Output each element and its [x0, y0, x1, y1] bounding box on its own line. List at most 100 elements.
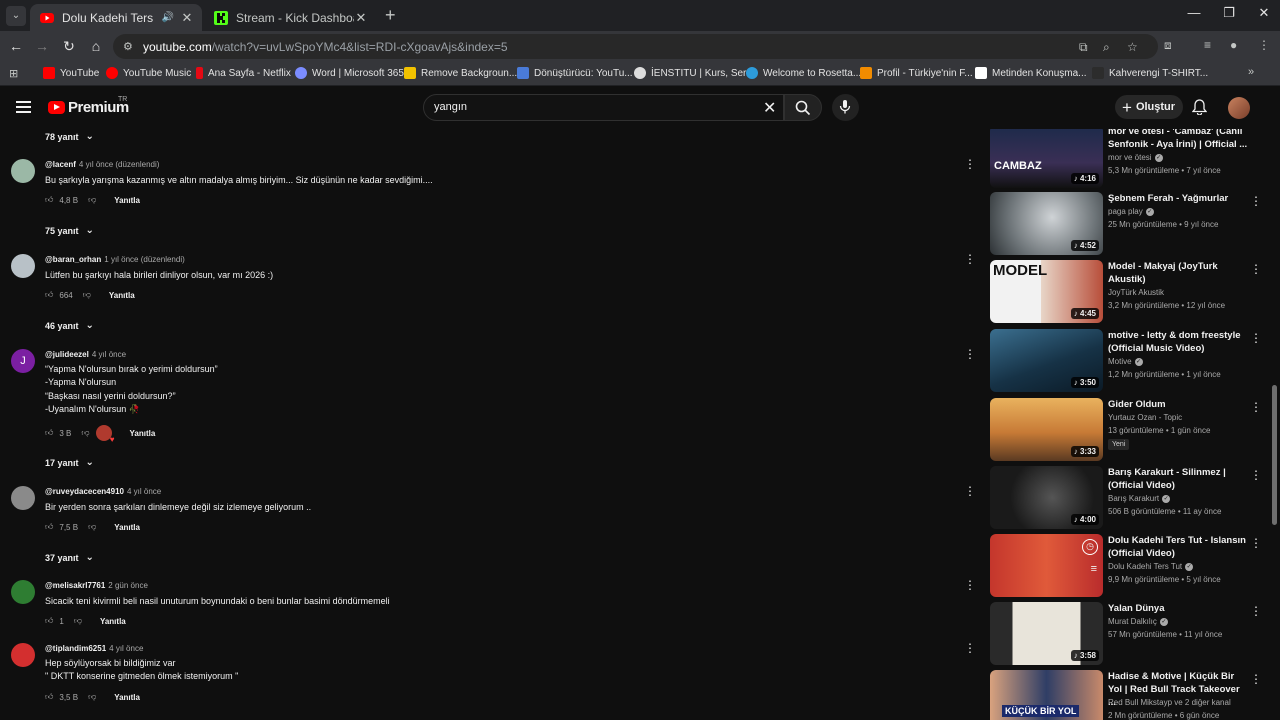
create-button[interactable]: + Oluştur [1115, 95, 1183, 119]
related-video[interactable]: ♪ 4:00 Barış Karakurt - Silinmez | (Offi… [988, 466, 1268, 532]
video-thumbnail[interactable]: ♪ 4:00 [990, 466, 1103, 529]
zoom-icon[interactable]: ⌕ [1103, 40, 1110, 55]
related-video[interactable]: CAMBAZ ♪ 4:16 mor ve ötesi - 'Cambaz' (C… [988, 129, 1268, 191]
avatar[interactable]: J [11, 349, 35, 373]
minimize-icon[interactable]: — [1184, 5, 1204, 20]
address-bar[interactable]: ⚙ youtube.com/watch?v=uvLwSpoYMc4&list=R… [113, 34, 1158, 59]
video-menu-icon[interactable]: ⋮ [1250, 536, 1262, 550]
add-to-queue-icon[interactable]: ≡ [1091, 563, 1097, 575]
reply-button[interactable]: Yanıtla [109, 291, 135, 300]
tab-search-button[interactable]: ⌄ [6, 6, 26, 26]
new-tab-icon[interactable]: + [385, 5, 396, 26]
clear-search-icon[interactable]: ✕ [763, 98, 776, 118]
dislike-icon[interactable]: 👎︎ [88, 692, 96, 702]
reply-button[interactable]: Yanıtla [100, 617, 126, 626]
comment-menu-icon[interactable]: ⋮ [964, 252, 976, 266]
bookmark-star-icon[interactable]: ☆ [1127, 40, 1138, 54]
bookmark-remove-bg[interactable]: Remove Backgroun... [404, 67, 517, 79]
speaker-icon[interactable]: 🔊 [162, 12, 174, 23]
related-video[interactable]: ♪ 3:33 Gider Oldum Yurtauz Ozan - Topic … [988, 398, 1268, 464]
dislike-icon[interactable]: 👎︎ [74, 616, 82, 626]
video-menu-icon[interactable]: ⋮ [1250, 468, 1262, 482]
video-thumbnail[interactable]: KÜÇÜK BİR YOL [990, 670, 1103, 720]
restore-icon[interactable]: ❐ [1219, 5, 1239, 21]
more-bookmarks-icon[interactable]: » [1248, 66, 1254, 78]
bookmark-netflix[interactable]: Ana Sayfa - Netflix [196, 67, 291, 79]
close-tab-icon[interactable]: ✕ [180, 10, 194, 26]
install-app-icon[interactable]: ⧉ [1079, 40, 1088, 55]
related-video[interactable]: ◷ ≡ Dolu Kadehi Ters Tut - Islansın (Off… [988, 534, 1268, 600]
reply-button[interactable]: Yanıtla [114, 196, 140, 205]
reply-button[interactable]: Yanıtla [114, 523, 140, 532]
dislike-icon[interactable]: 👎︎ [88, 522, 96, 532]
video-thumbnail[interactable]: ♪ 3:50 [990, 329, 1103, 392]
close-window-icon[interactable]: ✕ [1254, 5, 1274, 21]
like-icon[interactable]: 👍︎ [45, 290, 53, 300]
video-menu-icon[interactable]: ⋮ [1250, 331, 1262, 345]
dislike-icon[interactable]: 👎︎ [83, 290, 91, 300]
video-thumbnail[interactable]: ♪ 4:52 [990, 192, 1103, 255]
video-thumbnail[interactable]: ♪ 3:58 [990, 602, 1103, 665]
video-thumbnail[interactable]: MODEL ♪ 4:45 [990, 260, 1103, 323]
related-video[interactable]: MODEL ♪ 4:45 Model - Makyaj (JoyTurk Aku… [988, 260, 1268, 326]
comment-menu-icon[interactable]: ⋮ [964, 641, 976, 655]
home-icon[interactable]: ⌂ [87, 38, 105, 54]
dislike-icon[interactable]: 👎︎ [88, 195, 96, 205]
page-scrollbar[interactable] [1272, 385, 1277, 525]
avatar[interactable] [11, 643, 35, 667]
video-menu-icon[interactable]: ⋮ [1250, 194, 1262, 208]
related-video[interactable]: ♪ 3:58 Yalan Dünya Murat Dalkılıç ✓ 57 Mn… [988, 602, 1268, 668]
comment-menu-icon[interactable]: ⋮ [964, 484, 976, 498]
view-replies-button[interactable]: 37 yanıt ⌄ [45, 552, 94, 563]
bookmark-rosetta[interactable]: Welcome to Rosetta... [746, 67, 861, 79]
dislike-icon[interactable]: 👎︎ [81, 428, 89, 438]
avatar[interactable] [11, 486, 35, 510]
like-icon[interactable]: 👍︎ [45, 428, 53, 438]
close-tab-icon[interactable]: ✕ [354, 10, 368, 26]
tab-youtube[interactable]: Dolu Kadehi Ters Tut - Yapm 🔊 ✕ [30, 4, 202, 31]
comment-menu-icon[interactable]: ⋮ [964, 578, 976, 592]
youtube-logo[interactable]: Premium [48, 99, 129, 116]
notifications-bell-icon[interactable] [1192, 99, 1207, 115]
like-icon[interactable]: 👍︎ [45, 692, 53, 702]
back-arrow-icon[interactable]: ← [7, 38, 25, 54]
related-video[interactable]: KÜÇÜK BİR YOL Hadise & Motive | Küçük Bi… [988, 670, 1268, 720]
bookmark-word[interactable]: Word | Microsoft 365 [295, 67, 404, 79]
avatar[interactable] [11, 580, 35, 604]
bookmark-converter[interactable]: Dönüştürücü: YouTu... [517, 67, 633, 79]
search-button[interactable] [784, 94, 822, 121]
bookmark-tts[interactable]: Metinden Konuşma... [975, 67, 1087, 79]
account-avatar[interactable] [1228, 97, 1250, 119]
video-menu-icon[interactable]: ⋮ [1250, 672, 1262, 686]
reply-button[interactable]: Yanıtla [130, 429, 156, 438]
view-replies-button[interactable]: 46 yanıt ⌄ [45, 320, 94, 331]
video-menu-icon[interactable]: ⋮ [1250, 604, 1262, 618]
bookmark-ienstitu[interactable]: İENSTITU | Kurs, Ser... [634, 67, 754, 79]
video-menu-icon[interactable]: ⋮ [1250, 262, 1262, 276]
avatar[interactable] [11, 159, 35, 183]
bookmark-profil[interactable]: Profil - Türkiye'nin F... [860, 67, 973, 79]
menu-icon[interactable] [16, 101, 31, 116]
reply-button[interactable]: Yanıtla [114, 693, 140, 702]
watch-later-icon[interactable]: ◷ [1082, 539, 1098, 555]
comment-menu-icon[interactable]: ⋮ [964, 347, 976, 361]
apps-grid-icon[interactable]: ⊞ [9, 67, 18, 80]
bookmark-tshirt[interactable]: Kahverengi T-SHIRT... [1092, 67, 1208, 79]
bookmark-youtube[interactable]: YouTube [43, 67, 99, 79]
profile-icon[interactable]: ● [1230, 38, 1237, 52]
like-icon[interactable]: 👍︎ [45, 522, 53, 532]
tab-kick[interactable]: Stream - Kick Dashboard ✕ [204, 4, 376, 31]
forward-arrow-icon[interactable]: → [33, 38, 51, 54]
comment-menu-icon[interactable]: ⋮ [964, 157, 976, 171]
view-replies-button[interactable]: 17 yanıt ⌄ [45, 457, 94, 468]
bookmark-youtube-music[interactable]: YouTube Music [106, 67, 191, 79]
video-thumbnail[interactable]: ◷ ≡ [990, 534, 1103, 597]
video-menu-icon[interactable]: ⋮ [1250, 400, 1262, 414]
media-controls-icon[interactable]: ≡ [1204, 38, 1211, 52]
related-video[interactable]: ♪ 3:50 motive - letty & dom freestyle (O… [988, 329, 1268, 395]
avatar[interactable] [11, 254, 35, 278]
chrome-menu-icon[interactable]: ⋮ [1258, 38, 1270, 52]
video-thumbnail[interactable]: CAMBAZ ♪ 4:16 [990, 129, 1103, 188]
video-thumbnail[interactable]: ♪ 3:33 [990, 398, 1103, 461]
reload-icon[interactable]: ↻ [60, 38, 78, 55]
